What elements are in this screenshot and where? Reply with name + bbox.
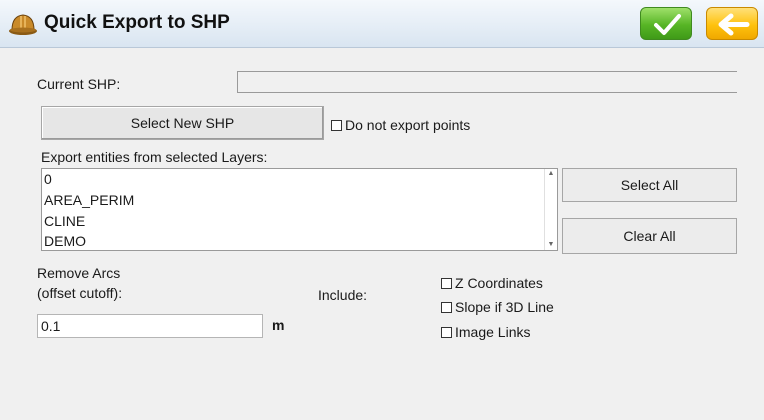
z-coordinates-checkbox[interactable]: Z Coordinates <box>441 275 543 291</box>
current-shp-label: Current SHP: <box>37 76 121 92</box>
page-title: Quick Export to SHP <box>44 12 230 33</box>
checkbox-box[interactable] <box>331 119 342 131</box>
clear-all-button[interactable]: Clear All <box>562 218 737 254</box>
image-links-label: Image Links <box>455 324 531 340</box>
unit-label: m <box>272 317 285 333</box>
list-item[interactable]: 0 <box>44 171 52 187</box>
list-item[interactable]: CLINE <box>44 213 85 229</box>
select-all-button[interactable]: Select All <box>562 168 737 202</box>
include-label: Include: <box>318 287 368 303</box>
scroll-up-icon[interactable]: ▲ <box>547 170 555 178</box>
checkbox-box[interactable] <box>441 326 452 338</box>
do-not-export-points-checkbox[interactable]: Do not export points <box>331 117 470 133</box>
slope-3d-line-label: Slope if 3D Line <box>455 299 554 315</box>
offset-cutoff-input[interactable] <box>37 314 263 338</box>
select-new-shp-button[interactable]: Select New SHP <box>41 106 324 140</box>
layers-listbox[interactable]: 0 AREA_PERIM CLINE DEMO ▲ ▼ <box>41 168 558 251</box>
layers-scrollbar[interactable]: ▲ ▼ <box>544 169 557 250</box>
scroll-down-icon[interactable]: ▼ <box>547 241 555 249</box>
list-item[interactable]: AREA_PERIM <box>44 192 134 208</box>
checkbox-box[interactable] <box>441 277 452 289</box>
z-coordinates-label: Z Coordinates <box>455 275 543 291</box>
current-shp-field <box>237 71 737 93</box>
checkbox-box[interactable] <box>441 301 452 313</box>
remove-arcs-label: Remove Arcs <box>37 265 121 281</box>
do-not-export-points-label: Do not export points <box>345 117 471 133</box>
title-bar: Quick Export to SHP <box>0 0 764 48</box>
checkmark-icon <box>654 14 681 35</box>
hard-hat-icon <box>8 10 38 36</box>
image-links-checkbox[interactable]: Image Links <box>441 324 530 340</box>
layers-label: Export entities from selected Layers: <box>41 149 268 165</box>
list-item[interactable]: DEMO <box>44 233 86 249</box>
ok-button[interactable] <box>640 7 692 40</box>
arrow-left-icon <box>718 13 750 36</box>
back-button[interactable] <box>706 7 758 40</box>
offset-cutoff-label: (offset cutoff): <box>37 285 123 301</box>
slope-3d-line-checkbox[interactable]: Slope if 3D Line <box>441 299 554 315</box>
